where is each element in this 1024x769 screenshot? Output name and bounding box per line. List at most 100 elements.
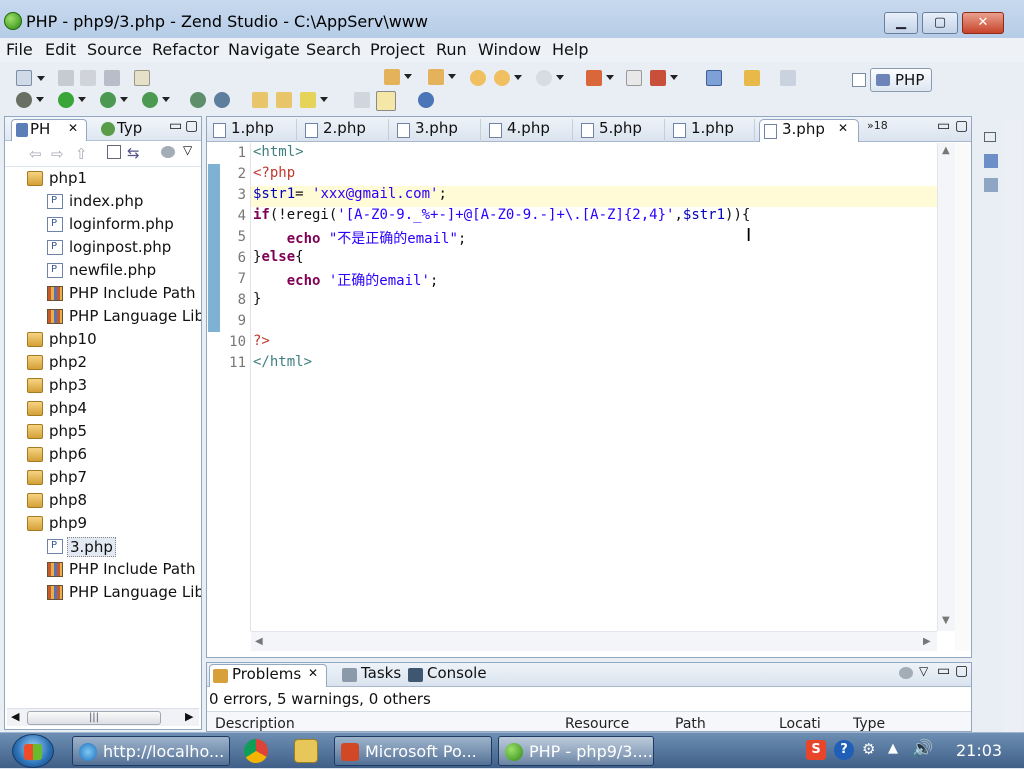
tab-type-hierarchy[interactable]: Typ — [97, 119, 142, 141]
save-icon[interactable] — [58, 70, 74, 86]
code-line[interactable]: ?> — [253, 333, 270, 354]
column-path[interactable]: Path — [675, 716, 706, 731]
task-powerpoint[interactable]: Microsoft Po... — [334, 736, 492, 766]
print-icon[interactable] — [104, 70, 120, 86]
code-line[interactable]: if(!eregi('[A-Z0-9._%+-]+@[A-Z0-9.-]+\.[… — [253, 207, 750, 228]
code-line[interactable]: <?php — [253, 165, 295, 186]
scroll-right-icon[interactable]: ▶ — [185, 710, 193, 723]
maximize-view-icon[interactable]: ▢ — [955, 663, 968, 679]
network-icon[interactable]: ⚙ — [862, 740, 875, 758]
tab-php-explorer[interactable]: PH ✕ — [11, 119, 87, 141]
up-icon[interactable]: ⇧ — [75, 145, 88, 163]
debug-config-icon[interactable] — [586, 70, 614, 86]
editor-tab[interactable]: 4.php — [485, 119, 573, 142]
server-icon[interactable] — [780, 70, 796, 86]
collapse-all-icon[interactable] — [107, 145, 121, 159]
explorer-horizontal-scrollbar[interactable]: ◀ ||| ▶ — [7, 708, 199, 726]
profile-icon[interactable] — [100, 92, 128, 108]
filter-icon[interactable] — [161, 146, 175, 158]
close-button[interactable]: ✕ — [962, 12, 1004, 34]
sogou-icon[interactable]: S — [806, 740, 826, 760]
menu-search[interactable]: Search — [306, 40, 361, 59]
previous-annotation-icon[interactable] — [428, 69, 456, 85]
column-description[interactable]: Description — [215, 716, 295, 731]
chrome-icon[interactable] — [244, 739, 268, 763]
editor-tab[interactable]: 1.php — [209, 119, 297, 142]
globe-icon[interactable] — [418, 92, 434, 108]
open-folder-icon[interactable] — [252, 92, 268, 108]
back-arrow-icon[interactable]: ⇦ — [29, 145, 42, 163]
menu-run[interactable]: Run — [436, 40, 467, 59]
editor-tab[interactable]: 5.php — [577, 119, 665, 142]
minimize-view-icon[interactable]: ▭ — [937, 118, 950, 134]
column-resource[interactable]: Resource — [565, 716, 629, 731]
editor-tab[interactable]: 3.php ✕ — [759, 119, 859, 142]
scroll-right-icon[interactable]: ▶ — [923, 636, 931, 647]
forward-icon[interactable] — [536, 70, 564, 86]
scroll-left-icon[interactable]: ◀ — [11, 710, 19, 723]
open-project-icon[interactable] — [276, 92, 292, 108]
mark-occurrences-icon[interactable] — [376, 91, 396, 111]
close-tab-icon[interactable]: ✕ — [838, 121, 848, 135]
code-area[interactable]: <html> <?php $str1= 'xxx@gmail.com'; if(!er… — [251, 143, 937, 631]
toggle-icon[interactable] — [354, 92, 370, 108]
editor-horizontal-scrollbar[interactable]: ◀ ▶ — [251, 631, 937, 651]
explorer-folder-icon[interactable] — [294, 739, 318, 763]
scroll-up-icon[interactable]: ▲ — [942, 145, 950, 156]
link-editor-icon[interactable]: ⇆ — [127, 144, 140, 162]
help-icon[interactable]: ? — [834, 740, 854, 760]
open-type-icon[interactable] — [650, 70, 678, 86]
menu-refactor[interactable]: Refactor — [152, 40, 219, 59]
maximize-button[interactable]: ▢ — [922, 12, 958, 34]
close-tab-icon[interactable]: ✕ — [68, 121, 78, 135]
menu-window[interactable]: Window — [478, 40, 541, 59]
minimize-button[interactable]: ▁ — [884, 12, 918, 34]
restore-icon[interactable] — [984, 132, 996, 142]
start-button[interactable] — [12, 734, 54, 768]
view-menu-icon[interactable]: ▽ — [919, 664, 928, 678]
clock[interactable]: 21:03 — [956, 741, 1002, 760]
scroll-thumb[interactable]: ||| — [27, 711, 161, 725]
forward-arrow-icon[interactable]: ⇨ — [51, 145, 64, 163]
tab-problems[interactable]: Problems ✕ — [209, 664, 327, 687]
web-debug-icon[interactable] — [214, 92, 230, 108]
menu-project[interactable]: Project — [370, 40, 425, 59]
code-line[interactable]: } — [253, 291, 261, 312]
view-menu-icon[interactable]: ▽ — [183, 143, 192, 157]
scroll-down-icon[interactable]: ▼ — [942, 615, 950, 626]
bug-icon[interactable] — [190, 92, 206, 108]
menu-source[interactable]: Source — [87, 40, 142, 59]
next-annotation-icon[interactable] — [384, 69, 412, 85]
maximize-view-icon[interactable]: ▢ — [955, 118, 968, 134]
run-icon[interactable] — [58, 92, 86, 108]
close-tab-icon[interactable]: ✕ — [308, 666, 318, 680]
blank-icon[interactable] — [626, 70, 642, 86]
scroll-left-icon[interactable]: ◀ — [255, 636, 263, 647]
editor-tab[interactable]: 3.php — [393, 119, 481, 142]
code-line[interactable]: </html> — [253, 354, 312, 375]
task-icon[interactable] — [744, 70, 760, 86]
minimize-view-icon[interactable]: ▭ — [937, 663, 950, 679]
maximize-view-icon[interactable]: ▢ — [185, 118, 198, 134]
code-line[interactable]: echo "不是正确的email"; — [253, 228, 467, 249]
task-zend-studio[interactable]: PHP - php9/3.... — [498, 736, 654, 766]
menu-file[interactable]: File — [6, 40, 33, 59]
back-icon[interactable] — [494, 70, 522, 86]
minimize-view-icon[interactable]: ▭ — [169, 118, 182, 134]
column-location[interactable]: Locati — [779, 716, 821, 731]
external-tools-icon[interactable] — [142, 92, 170, 108]
menu-navigate[interactable]: Navigate — [228, 40, 300, 59]
editor-tab[interactable]: 1.php — [669, 119, 755, 142]
tab-console[interactable]: Console — [405, 664, 487, 687]
menu-help[interactable]: Help — [552, 40, 588, 59]
inspector-icon[interactable] — [984, 178, 998, 192]
wand-icon[interactable] — [300, 92, 328, 108]
new-icon[interactable] — [16, 70, 45, 86]
save-all-icon[interactable] — [80, 70, 96, 86]
code-line[interactable]: $str1= 'xxx@gmail.com'; — [251, 186, 937, 207]
tab-overflow-button[interactable]: »18 — [867, 119, 888, 132]
new-file-icon[interactable] — [134, 70, 150, 86]
filter-icon[interactable] — [899, 667, 913, 679]
outline-icon[interactable] — [984, 154, 998, 168]
volume-icon[interactable]: 🔊 — [912, 739, 933, 759]
